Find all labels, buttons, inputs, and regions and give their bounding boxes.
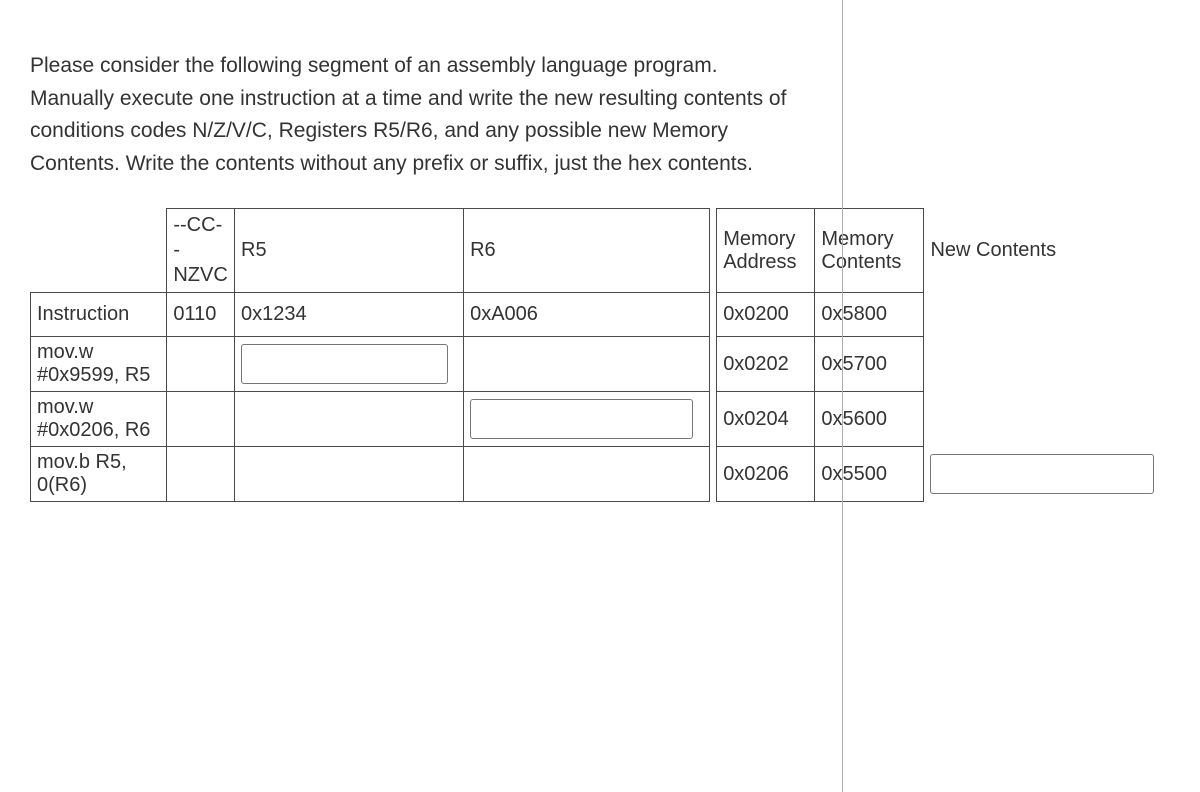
r5-2 — [235, 392, 464, 447]
initial-r6: 0xA006 — [464, 293, 709, 337]
instr-3: mov.b R5, 0(R6) — [31, 447, 167, 502]
header-mem-addr: Memory Address — [717, 209, 815, 293]
initial-r5: 0x1234 — [235, 293, 464, 337]
mem2-addr: 0x0204 — [717, 392, 815, 447]
mem2-cont: 0x5600 — [815, 392, 924, 447]
trace-table: --CC- - NZVC R5 R6 Memory Address Memory… — [30, 208, 1170, 502]
label-instruction: Instruction — [31, 293, 167, 337]
r5-3 — [235, 447, 464, 502]
cc-1 — [167, 337, 235, 392]
header-cc-line3: NZVC — [173, 263, 228, 288]
header-r6: R6 — [464, 209, 709, 293]
mem0-addr: 0x0200 — [717, 293, 815, 337]
r6-3 — [464, 447, 709, 502]
header-r5: R5 — [235, 209, 464, 293]
mem3-new-cell — [924, 447, 1170, 502]
instr-1: mov.w #0x9599, R5 — [31, 337, 167, 392]
header-cc-line1: --CC- — [173, 213, 228, 238]
r6-1 — [464, 337, 709, 392]
gap-cell — [709, 293, 717, 337]
r6-2-cell — [464, 392, 709, 447]
gap-cell — [709, 209, 717, 293]
r6-2-input[interactable] — [470, 399, 693, 439]
mem2-new — [924, 392, 1170, 447]
cc-2 — [167, 392, 235, 447]
mem0-cont: 0x5800 — [815, 293, 924, 337]
header-cc: --CC- - NZVC — [167, 209, 235, 293]
mem1-new — [924, 337, 1170, 392]
cc-3 — [167, 447, 235, 502]
question-prompt: Please consider the following segment of… — [30, 50, 790, 180]
header-cc-line2: - — [173, 238, 228, 263]
mem0-new — [924, 293, 1170, 337]
vertical-divider — [842, 0, 843, 792]
header-new-cont: New Contents — [924, 209, 1170, 293]
mem3-addr: 0x0206 — [717, 447, 815, 502]
mem3-new-input[interactable] — [930, 454, 1154, 494]
initial-cc: 0110 — [167, 293, 235, 337]
gap-cell — [709, 392, 717, 447]
r5-1-cell — [235, 337, 464, 392]
gap-cell — [709, 337, 717, 392]
gap-cell — [709, 447, 717, 502]
r5-1-input[interactable] — [241, 344, 448, 384]
mem1-addr: 0x0202 — [717, 337, 815, 392]
blank-cell — [31, 209, 167, 293]
instr-2: mov.w #0x0206, R6 — [31, 392, 167, 447]
mem1-cont: 0x5700 — [815, 337, 924, 392]
header-mem-cont: Memory Contents — [815, 209, 924, 293]
mem3-cont: 0x5500 — [815, 447, 924, 502]
